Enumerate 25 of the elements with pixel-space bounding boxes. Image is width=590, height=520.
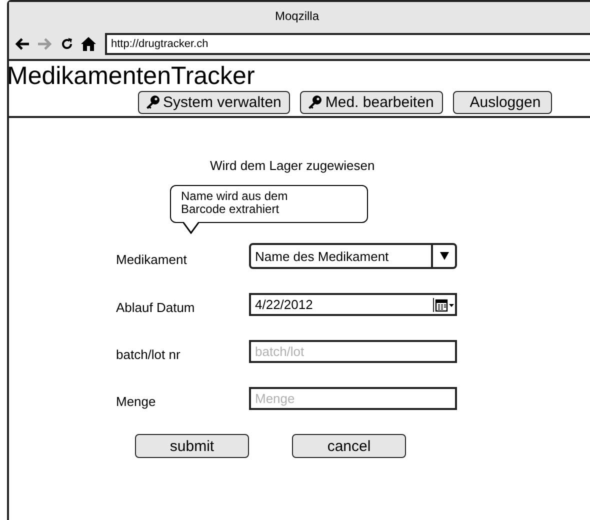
toolbar-button[interactable]: Med. bearbeiten bbox=[300, 91, 443, 114]
field-label: batch/lot nr bbox=[116, 346, 182, 362]
app-title: MedikamentenTracker bbox=[7, 61, 256, 91]
form-button[interactable]: submit bbox=[135, 434, 249, 458]
field-label: Ablauf Datum bbox=[116, 299, 196, 315]
form-heading: Wird dem Lager zugewiesen bbox=[210, 158, 376, 173]
field-label: Menge bbox=[116, 393, 157, 409]
toolbar-button[interactable]: System verwalten bbox=[138, 91, 290, 114]
calendar-icon bbox=[433, 298, 455, 312]
key-icon bbox=[145, 95, 160, 110]
back-arrow-icon[interactable] bbox=[14, 37, 30, 51]
home-icon[interactable] bbox=[81, 37, 96, 51]
window-title: Moqzilla bbox=[274, 9, 319, 23]
field-label: Medikament bbox=[116, 250, 188, 266]
callout-text: Name wird aus dem Barcode extrahiert bbox=[181, 190, 289, 216]
date-field[interactable]: 4/22/2012 bbox=[249, 293, 457, 316]
address-bar[interactable]: http://drugtracker.ch bbox=[105, 33, 590, 55]
dropdown-field[interactable]: Name des Medikament bbox=[249, 243, 457, 269]
key-icon bbox=[307, 95, 322, 110]
text-input-field[interactable]: Menge bbox=[249, 387, 457, 410]
reload-icon[interactable] bbox=[60, 37, 74, 51]
toolbar-button[interactable]: Ausloggen bbox=[452, 91, 552, 114]
dropdown-arrow-icon bbox=[440, 252, 448, 260]
text-input-field[interactable]: batch/lot bbox=[249, 340, 457, 363]
form-button[interactable]: cancel bbox=[292, 434, 406, 458]
